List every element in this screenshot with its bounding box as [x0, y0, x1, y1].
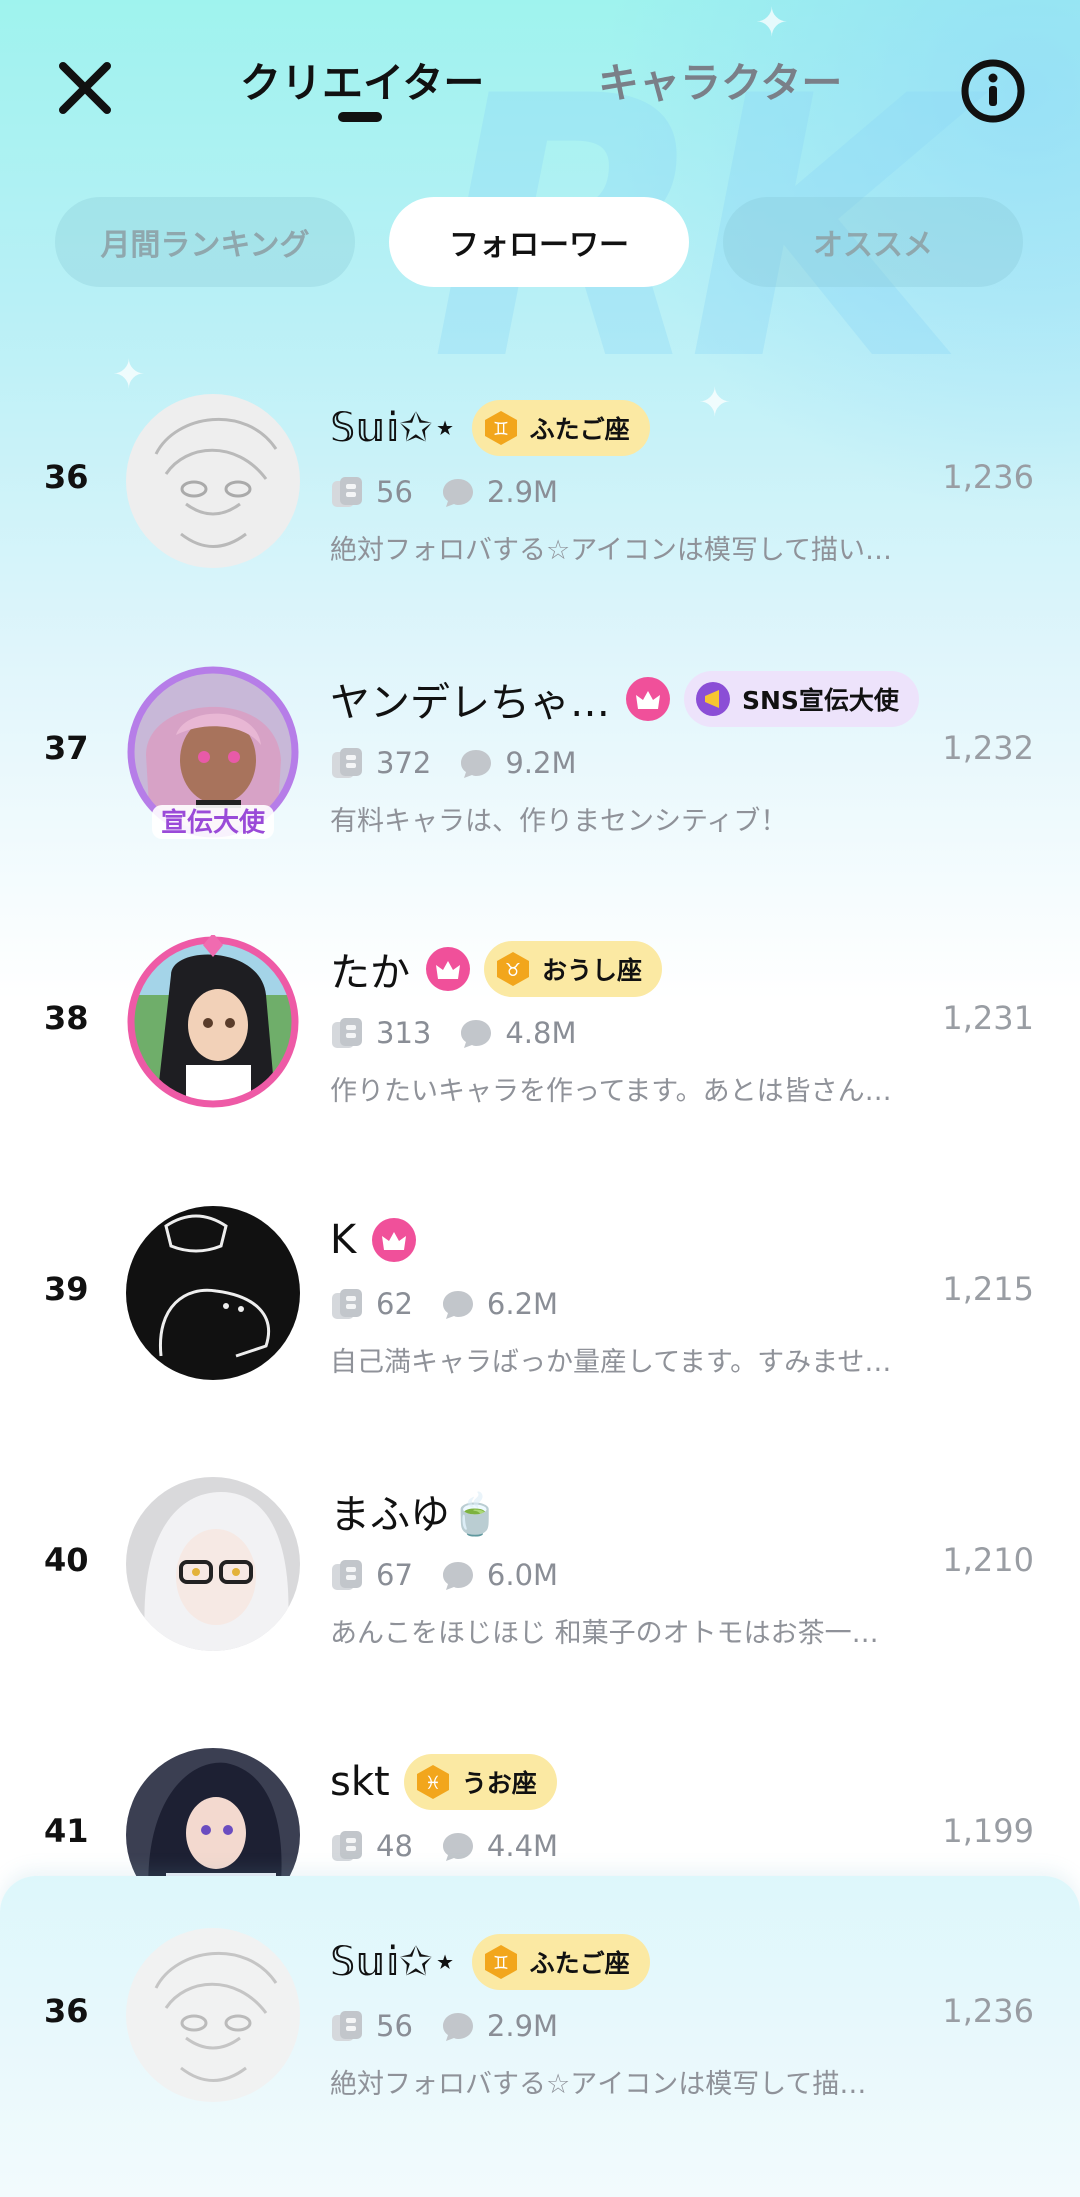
rank-number: 36 — [44, 1992, 89, 2030]
filter-monthly-ranking[interactable]: 月間ランキング — [55, 197, 355, 287]
creator-description: 絶対フォロバする☆アイコンは模写して描… — [330, 2069, 867, 2100]
sparkle-icon: ✦ — [755, 0, 789, 46]
my-ranking-item[interactable]: 36 𝕊𝕦𝕚✩⋆ ♊ ふたご座 56 2.9M 絶対フォロバする☆アイコンは模写… — [0, 1928, 1080, 2168]
chat-count: 4.8M — [505, 1016, 577, 1050]
creator-description: あんこをほじほじ 和菓子のオトモはお茶一… — [330, 1618, 879, 1649]
svg-text:♉: ♉ — [505, 960, 521, 981]
avatar[interactable] — [126, 1206, 300, 1380]
list-item[interactable]: 38 たか ♉ おうし座 313 4.8M 作りたいキャラを作ってます。あとは皆… — [0, 933, 1080, 1175]
avatar[interactable] — [126, 394, 300, 568]
chat-count: 4.4M — [486, 1829, 559, 1863]
chat-bubble-icon — [442, 1291, 473, 1319]
character-count: 56 — [376, 2009, 413, 2043]
follower-count: 1,231 — [942, 999, 1034, 1037]
list-item[interactable]: 40 まふゆ🍵 67 6.0M あんこをほじほじ 和菓子のオトモはお茶一… 1,… — [0, 1477, 1080, 1717]
svg-text:♊: ♊ — [492, 419, 508, 440]
avatar[interactable] — [126, 1928, 300, 2102]
filter-followers[interactable]: フォローワー — [389, 197, 689, 287]
chat-count: 2.9M — [486, 475, 559, 509]
info-icon[interactable] — [960, 58, 1026, 124]
zodiac-icon: ♉ — [497, 952, 529, 986]
zodiac-icon: ♊ — [484, 411, 517, 445]
zodiac-icon: ♓ — [416, 1765, 449, 1799]
follower-count: 1,199 — [942, 1812, 1034, 1850]
follower-count: 1,236 — [942, 458, 1034, 496]
crown-icon — [626, 677, 670, 721]
character-card-icon — [332, 477, 362, 507]
rank-number: 38 — [44, 999, 89, 1037]
creator-name: まふゆ🍵 — [330, 1492, 500, 1538]
character-card-icon — [332, 748, 362, 778]
creator-name: 𝕊𝕦𝕚✩⋆ — [330, 1939, 458, 1985]
avatar[interactable] — [126, 933, 300, 1109]
chat-bubble-icon — [442, 2013, 473, 2041]
list-item[interactable]: 36 𝕊𝕦𝕚✩⋆ ♊ ふたご座 56 2.9M 絶対フォロバする☆アイコンは模写… — [0, 394, 1080, 634]
crown-icon — [426, 947, 470, 991]
avatar[interactable] — [126, 1477, 300, 1651]
character-card-icon — [332, 1018, 362, 1048]
tab-character[interactable]: キャラクター — [598, 55, 842, 111]
creator-name: たか — [330, 950, 410, 996]
character-card-icon — [332, 1560, 362, 1590]
active-tab-indicator — [338, 112, 382, 122]
zodiac-badge: ♊ ふたご座 — [471, 400, 650, 456]
creator-description: 有料キャラは、作りまセンシティブ！ — [330, 806, 788, 837]
follower-count: 1,232 — [942, 729, 1034, 767]
zodiac-badge: ♊ ふたご座 — [471, 1934, 650, 1990]
zodiac-badge: ♓ うお座 — [403, 1754, 557, 1810]
creator-name: skt — [330, 1759, 390, 1805]
character-card-icon — [332, 2011, 362, 2041]
svg-text:♊: ♊ — [492, 1953, 508, 1974]
filter-recommended[interactable]: オススメ — [723, 197, 1023, 287]
megaphone-icon — [696, 682, 730, 716]
list-item[interactable]: 37 宣伝大使 ヤンデレちゃ… SNS宣伝大使 372 9.2M 有料キャラは、… — [0, 665, 1080, 905]
rank-number: 41 — [44, 1812, 89, 1850]
character-count: 48 — [376, 1829, 413, 1863]
creator-description: 絶対フォロバする☆アイコンは模写して描い… — [330, 535, 893, 566]
chat-count: 2.9M — [486, 2009, 559, 2043]
zodiac-icon: ♊ — [484, 1945, 517, 1979]
chat-bubble-icon — [461, 750, 492, 778]
svg-text:♓: ♓ — [425, 1773, 441, 1794]
creator-name: K — [330, 1217, 357, 1263]
creator-description: 作りたいキャラを作ってます。あとは皆さん… — [330, 1076, 892, 1107]
character-count: 56 — [376, 475, 413, 509]
rank-number: 39 — [44, 1270, 89, 1308]
character-count: 313 — [376, 1016, 432, 1050]
character-count: 67 — [376, 1558, 413, 1592]
crown-icon — [372, 1218, 417, 1262]
chat-bubble-icon — [442, 1833, 473, 1861]
close-icon[interactable] — [55, 58, 115, 118]
avatar[interactable]: 宣伝大使 — [126, 665, 300, 839]
chat-bubble-icon — [461, 1020, 492, 1048]
chat-count: 9.2M — [505, 746, 577, 780]
tab-creator[interactable]: クリエイター — [240, 55, 484, 111]
chat-bubble-icon — [442, 1562, 473, 1590]
follower-count: 1,215 — [942, 1270, 1034, 1308]
chat-count: 6.2M — [486, 1287, 559, 1321]
my-ranking-panel[interactable]: 36 𝕊𝕦𝕚✩⋆ ♊ ふたご座 56 2.9M 絶対フォロバする☆アイコンは模写… — [0, 1876, 1080, 2197]
creator-name: ヤンデレちゃ… — [330, 680, 610, 726]
creator-name: 𝕊𝕦𝕚✩⋆ — [330, 405, 458, 451]
follower-count: 1,210 — [942, 1541, 1034, 1579]
avatar-frame-label: 宣伝大使 — [161, 807, 266, 838]
character-count: 372 — [376, 746, 432, 780]
rank-number: 36 — [44, 458, 89, 496]
character-card-icon — [332, 1289, 362, 1319]
chat-count: 6.0M — [486, 1558, 559, 1592]
creator-description: 自己満キャラばっか量産してます。すみませ… — [330, 1347, 892, 1378]
character-count: 62 — [376, 1287, 413, 1321]
zodiac-badge: ♉ おうし座 — [484, 941, 663, 997]
rank-number: 40 — [44, 1541, 89, 1579]
character-card-icon — [332, 1831, 362, 1861]
ambassador-badge: SNS宣伝大使 — [684, 671, 919, 727]
sparkle-icon: ✦ — [112, 352, 146, 398]
chat-bubble-icon — [442, 479, 473, 507]
list-item[interactable]: 39 K 62 6.2M 自己満キャラばっか量産してます。すみませ… 1,215 — [0, 1206, 1080, 1446]
follower-count: 1,236 — [942, 1992, 1034, 2030]
rank-number: 37 — [44, 729, 89, 767]
